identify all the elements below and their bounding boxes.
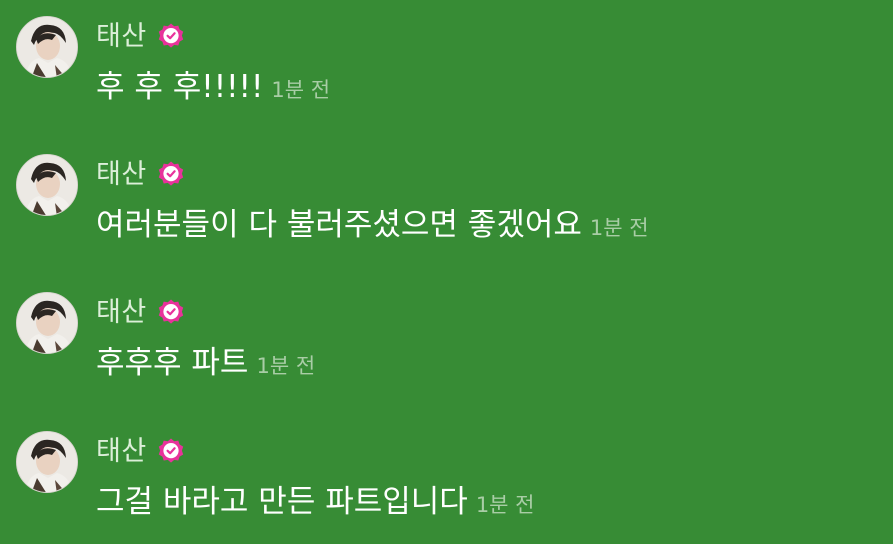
chat-message: 태산 후 후 후!!!!! 1분 전 xyxy=(0,15,893,125)
chat-message: 태산 후후후 파트 1분 전 xyxy=(0,291,893,401)
verified-badge-icon xyxy=(157,298,185,326)
avatar[interactable] xyxy=(16,16,78,78)
message-row: 후후후 파트 1분 전 xyxy=(96,341,315,385)
chat-feed: 태산 후 후 후!!!!! 1분 전 태산 여러분들이 다 불러주셨으면 좋겠어… xyxy=(0,0,893,544)
chat-message: 태산 여러분들이 다 불러주셨으면 좋겠어요 1분 전 xyxy=(0,153,893,263)
author-row: 태산 xyxy=(96,16,185,56)
author-name[interactable]: 태산 xyxy=(96,161,147,188)
author-row: 태산 xyxy=(96,154,185,194)
verified-badge-icon xyxy=(157,437,185,465)
message-row: 후 후 후!!!!! 1분 전 xyxy=(96,65,330,109)
message-timestamp: 1분 전 xyxy=(589,216,649,240)
avatar[interactable] xyxy=(16,154,78,216)
verified-badge-icon xyxy=(157,22,185,50)
author-row: 태산 xyxy=(96,292,185,332)
message-text: 후후후 파트 xyxy=(96,345,249,381)
author-name[interactable]: 태산 xyxy=(96,299,147,326)
message-timestamp: 1분 전 xyxy=(475,493,535,517)
avatar[interactable] xyxy=(16,292,78,354)
message-text: 후 후 후!!!!! xyxy=(96,69,264,105)
message-row: 여러분들이 다 불러주셨으면 좋겠어요 1분 전 xyxy=(96,203,649,247)
message-text: 그걸 바라고 만든 파트입니다 xyxy=(96,484,468,520)
verified-badge-icon xyxy=(157,160,185,188)
message-timestamp: 1분 전 xyxy=(271,78,331,102)
author-name[interactable]: 태산 xyxy=(96,438,147,465)
avatar[interactable] xyxy=(16,431,78,493)
chat-message: 태산 그걸 바라고 만든 파트입니다 1분 전 xyxy=(0,430,893,540)
message-timestamp: 1분 전 xyxy=(256,354,316,378)
author-name[interactable]: 태산 xyxy=(96,23,147,50)
message-row: 그걸 바라고 만든 파트입니다 1분 전 xyxy=(96,480,535,524)
message-text: 여러분들이 다 불러주셨으면 좋겠어요 xyxy=(96,207,582,243)
author-row: 태산 xyxy=(96,431,185,471)
